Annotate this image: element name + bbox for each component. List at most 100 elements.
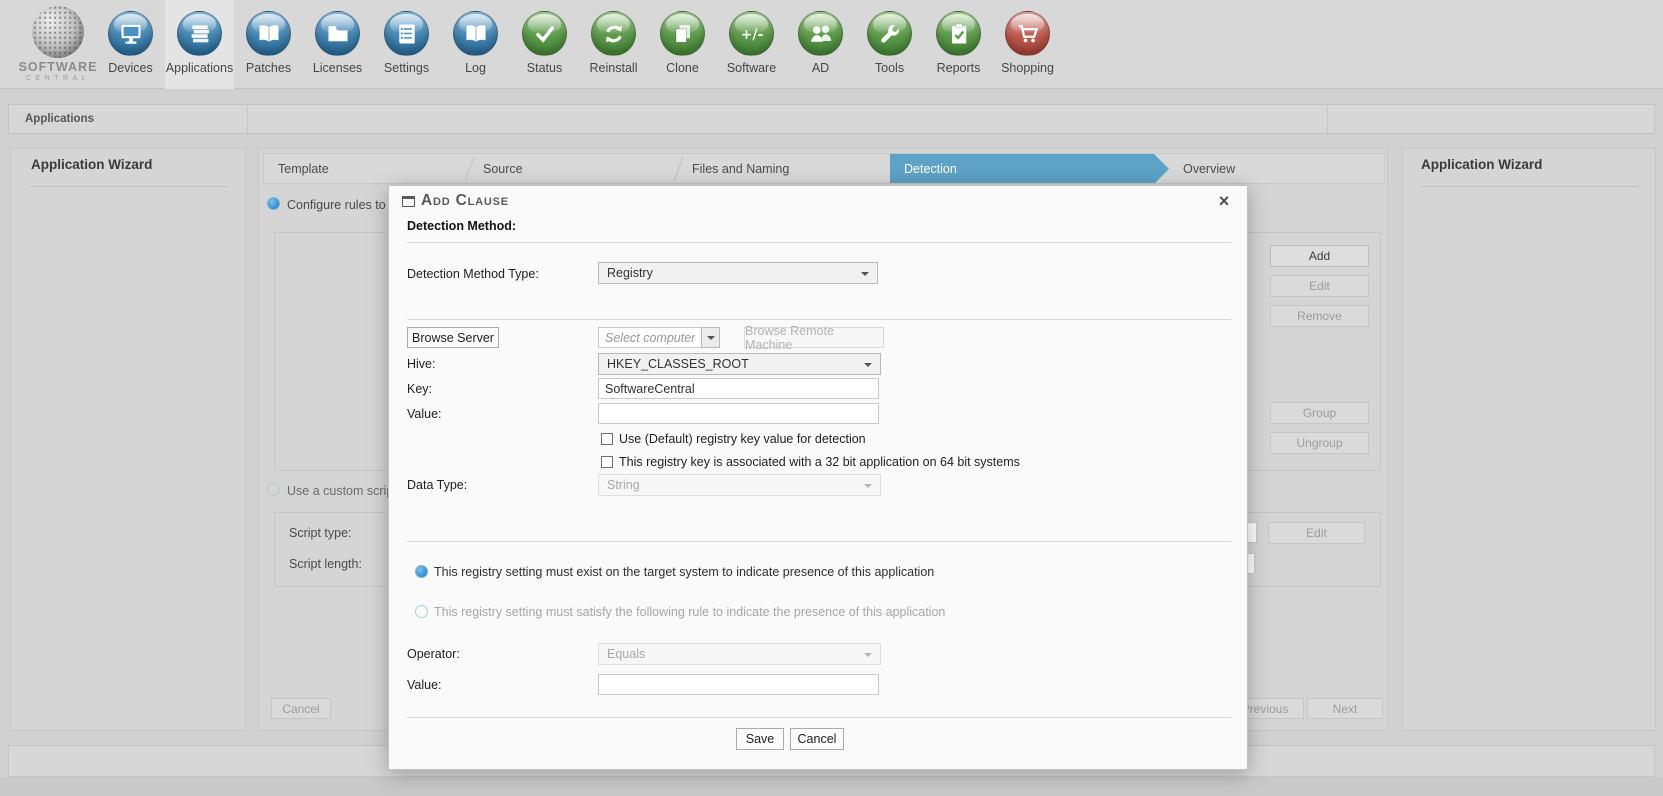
select-computer-dropdown-button[interactable] [701,327,720,348]
add-clause-dialog: Add Clause × Detection Method: Detection… [388,185,1248,770]
tab-source[interactable]: Source [469,154,678,183]
toolbar-item-devices[interactable]: Devices [96,0,165,89]
right-wizard-panel: Application Wizard [1402,148,1656,731]
toolbar-item-software[interactable]: +/- Software [717,0,786,89]
divider [1421,186,1639,187]
cart-icon [1005,11,1050,56]
folder-icon [315,11,360,56]
settings-list-icon [384,11,429,56]
tab-label: Source [483,162,523,176]
ungroup-rules-button[interactable]: Ungroup [1270,432,1369,454]
use-default-checkbox[interactable] [601,433,613,445]
edit-rule-button[interactable]: Edit [1270,275,1369,297]
browse-remote-machine-button[interactable]: Browse Remote Machine [744,327,884,348]
script-type-label: Script type: [289,526,352,540]
tab-label: Files and Naming [692,162,789,176]
toolbar-item-settings[interactable]: Settings [372,0,441,89]
detection-method-type-dropdown[interactable]: Registry [598,262,878,284]
open-book-icon [453,11,498,56]
tab-files-and-naming[interactable]: Files and Naming [678,154,890,183]
open-book-icon [246,11,291,56]
toolbar-item-licenses[interactable]: Licenses [303,0,372,89]
value-label: Value: [407,407,442,421]
toolbar-item-applications[interactable]: Applications [165,0,234,89]
close-icon[interactable]: × [1211,188,1237,214]
key-input[interactable] [598,378,879,399]
logo-text: SOFTWARE [12,60,104,74]
toolbar-item-ad[interactable]: AD [786,0,855,89]
key-label: Key: [407,382,432,396]
hive-dropdown[interactable]: HKEY_CLASSES_ROOT [598,353,881,375]
toolbar-item-label: Applications [165,61,234,75]
toolbar-item-label: Devices [96,61,165,75]
divider [31,186,228,187]
divider [407,541,1231,542]
plus-minus-icon: +/- [729,11,774,56]
configure-rules-radio[interactable] [267,197,280,210]
page-title: Application Wizard [31,157,152,172]
script-edit-button[interactable]: Edit [1268,522,1365,544]
select-computer-input[interactable] [598,327,702,348]
breadcrumb-applications[interactable]: Applications [25,113,94,125]
softwarecentral-logo: SOFTWARE CENTRAL [12,4,104,86]
rule-value-input[interactable] [598,674,879,695]
toolbar-item-reinstall[interactable]: Reinstall [579,0,648,89]
report-icon [936,11,981,56]
remove-rule-button[interactable]: Remove [1270,305,1369,327]
rule-value-label: Value: [407,678,442,692]
save-button[interactable]: Save [736,728,784,750]
detection-method-heading: Detection Method: [407,219,516,233]
toolbar-item-status[interactable]: Status [510,0,579,89]
toolbar-item-clone[interactable]: Clone [648,0,717,89]
cancel-button[interactable]: Cancel [790,728,844,750]
toolbar-item-label: Log [441,61,510,75]
toolbar-item-reports[interactable]: Reports [924,0,993,89]
data-type-label: Data Type: [407,478,467,492]
wizard-next-button[interactable]: Next [1307,698,1383,719]
top-toolbar: SOFTWARE CENTRAL Devices Applications [0,0,1663,89]
dropdown-value: Equals [607,647,645,661]
users-icon [798,11,843,56]
svg-text:+/-: +/- [740,27,763,43]
registry-32bit-checkbox[interactable] [601,456,613,468]
tab-overview[interactable]: Overview [1169,154,1386,183]
browse-server-button[interactable]: Browse Server [407,327,499,348]
toolbar-item-label: Reinstall [579,61,648,75]
detection-method-type-label: Detection Method Type: [407,267,539,281]
toolbar-item-shopping[interactable]: Shopping [993,0,1062,89]
hive-label: Hive: [407,357,435,371]
must-satisfy-rule-radio[interactable] [415,605,428,618]
dropdown-value: HKEY_CLASSES_ROOT [607,357,749,371]
toolbar-item-log[interactable]: Log [441,0,510,89]
logo-sphere-icon [32,6,84,58]
tab-label: Detection [904,162,957,176]
toolbar-item-tools[interactable]: Tools [855,0,924,89]
divider [407,319,1231,320]
refresh-icon [591,11,636,56]
toolbar-item-patches[interactable]: Patches [234,0,303,89]
wizard-cancel-button[interactable]: Cancel [271,698,331,719]
group-rules-button[interactable]: Group [1270,402,1369,424]
must-exist-radio[interactable] [415,565,428,578]
toolbar-item-label: AD [786,61,855,75]
data-type-dropdown[interactable]: String [598,474,881,496]
left-wizard-panel: Application Wizard [10,148,246,731]
add-rule-button[interactable]: Add [1270,245,1369,267]
breadcrumb-divider [247,105,248,133]
operator-dropdown[interactable]: Equals [598,643,881,665]
registry-32bit-label: This registry key is associated with a 3… [619,455,1020,469]
tab-detection[interactable]: Detection [890,154,1154,183]
tab-template[interactable]: Template [264,154,469,183]
wrench-icon [867,11,912,56]
value-input[interactable] [598,403,879,424]
right-panel-title: Application Wizard [1421,157,1542,172]
custom-script-radio[interactable] [267,483,280,496]
toolbar-item-label: Reports [924,61,993,75]
wizard-tab-bar: Template Source Files and Naming Detecti… [263,153,1385,184]
tab-label: Overview [1183,162,1235,176]
toolbar-item-label: Patches [234,61,303,75]
toolbar-item-label: Tools [855,61,924,75]
checkmark-icon [522,11,567,56]
breadcrumb-divider [1327,105,1328,133]
bottom-strip [0,777,1663,796]
